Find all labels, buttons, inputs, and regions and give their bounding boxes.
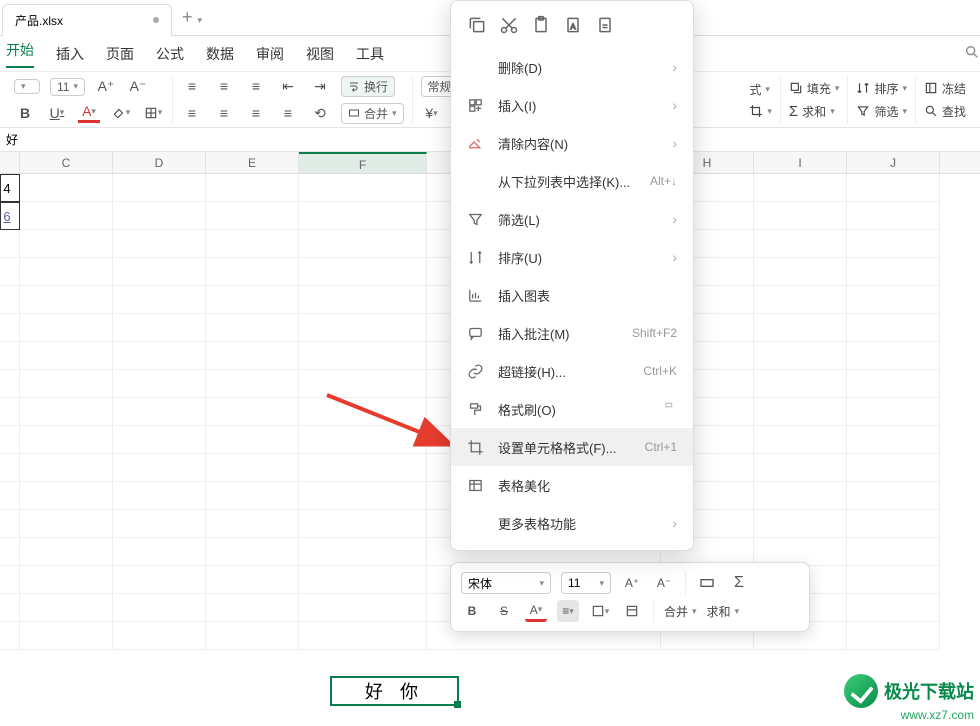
- col-header-blank[interactable]: [0, 152, 20, 173]
- cut-icon[interactable]: [499, 15, 519, 38]
- new-tab-button[interactable]: + ▾: [182, 7, 202, 28]
- style-group: 式▾ ▾: [741, 76, 781, 124]
- crop-button[interactable]: ▾: [749, 104, 772, 118]
- ctx-dropdown-select[interactable]: 从下拉列表中选择(K)...Alt+↓: [451, 162, 693, 200]
- ctx-comment[interactable]: 插入批注(M)Shift+F2: [451, 314, 693, 352]
- cell-a1[interactable]: 4: [0, 174, 20, 202]
- fill-button[interactable]: 填充▾: [789, 80, 840, 97]
- tab-filename: 产品.xlsx: [15, 12, 63, 29]
- ctx-insert[interactable]: 插入(I)›: [451, 86, 693, 124]
- selected-cell[interactable]: 好 你: [330, 676, 459, 706]
- find-button[interactable]: 查找: [924, 103, 966, 120]
- increase-font-icon[interactable]: A⁺: [95, 77, 117, 97]
- annotation-arrow: [322, 390, 462, 470]
- cell-a2[interactable]: 6: [0, 202, 20, 230]
- align-bottom-icon[interactable]: ≡: [245, 76, 267, 96]
- col-header-i[interactable]: I: [754, 152, 847, 173]
- paste-text-icon[interactable]: A: [563, 15, 583, 38]
- file-tab[interactable]: 产品.xlsx: [2, 4, 172, 36]
- halign-left-icon[interactable]: ≡: [181, 103, 203, 123]
- filter-button[interactable]: 筛选▾: [856, 103, 907, 120]
- ctx-cell-format[interactable]: 设置单元格格式(F)...Ctrl+1: [451, 428, 693, 466]
- context-menu: A 删除(D)› 插入(I)› 清除内容(N)› 从下拉列表中选择(K)...A…: [450, 0, 694, 551]
- mini-increase-font-icon[interactable]: A⁺: [621, 572, 643, 594]
- watermark: 极光下载站 www.xz7.com: [844, 674, 974, 722]
- fontsize-combo[interactable]: 11 ▾: [50, 78, 85, 96]
- mini-sum-button[interactable]: 求和▾: [707, 603, 740, 620]
- font-color-icon[interactable]: A▾: [78, 103, 100, 123]
- fontname-combo[interactable]: ▾: [14, 79, 40, 94]
- col-header-d[interactable]: D: [113, 152, 206, 173]
- col-header-c[interactable]: C: [20, 152, 113, 173]
- tab-modified-dot: [153, 17, 159, 23]
- sort-button[interactable]: 排序▾: [856, 80, 907, 97]
- mini-format-icon[interactable]: [621, 600, 643, 622]
- menu-view[interactable]: 视图: [306, 44, 334, 64]
- menu-tools[interactable]: 工具: [356, 44, 384, 64]
- col-header-f[interactable]: F: [299, 152, 427, 173]
- style-button[interactable]: 式▾: [749, 81, 772, 98]
- currency-icon[interactable]: ¥▾: [421, 103, 443, 123]
- align-top-icon[interactable]: ≡: [181, 76, 203, 96]
- align-group: ≡ ≡ ≡ ⇤ ⇥ 换行 ≡ ≡ ≡ ≡ ⟲ 合并▾: [173, 76, 413, 124]
- ctx-more[interactable]: 更多表格功能›: [451, 504, 693, 542]
- col-header-e[interactable]: E: [206, 152, 299, 173]
- underline-icon[interactable]: U▾: [46, 103, 68, 123]
- decrease-font-icon[interactable]: A⁻: [127, 77, 149, 97]
- paste-icon[interactable]: [531, 15, 551, 38]
- align-middle-icon[interactable]: ≡: [213, 76, 235, 96]
- bold-icon[interactable]: B: [14, 103, 36, 123]
- menu-data[interactable]: 数据: [206, 44, 234, 64]
- halign-right-icon[interactable]: ≡: [245, 103, 267, 123]
- paste-special-icon[interactable]: [595, 15, 615, 38]
- sum-button[interactable]: Σ求和▾: [789, 103, 840, 120]
- freeze-button[interactable]: 冻结: [924, 80, 966, 97]
- indent-dec-icon[interactable]: ⇤: [277, 76, 299, 96]
- mini-bold-icon[interactable]: B: [461, 600, 483, 622]
- ctx-beautify[interactable]: 表格美化: [451, 466, 693, 504]
- ctx-sort[interactable]: 排序(U)›: [451, 238, 693, 276]
- fill-handle[interactable]: [454, 701, 461, 708]
- halign-justify-icon[interactable]: ≡: [277, 103, 299, 123]
- fill-color-icon[interactable]: ▾: [110, 103, 132, 123]
- ctx-chart[interactable]: 插入图表: [451, 276, 693, 314]
- halign-center-icon[interactable]: ≡: [213, 103, 235, 123]
- mini-font-color-icon[interactable]: A▾: [525, 600, 547, 622]
- col-header-j[interactable]: J: [847, 152, 940, 173]
- copy-icon[interactable]: [467, 15, 487, 38]
- mini-strike-icon[interactable]: S: [493, 600, 515, 622]
- mini-font-combo[interactable]: 宋体▾: [461, 572, 551, 594]
- menu-page[interactable]: 页面: [106, 44, 134, 64]
- ctx-filter[interactable]: 筛选(L)›: [451, 200, 693, 238]
- merge-button[interactable]: 合并▾: [341, 103, 404, 124]
- border-icon[interactable]: ▾: [142, 103, 164, 123]
- menu-start[interactable]: 开始: [6, 40, 34, 68]
- mini-toolbar: 宋体▾ 11▾ A⁺ A⁻ Σ B S A▾ ≡▾ ▾ 合并▾ 求和▾: [450, 562, 810, 632]
- ctx-delete[interactable]: 删除(D)›: [451, 48, 693, 86]
- menu-formula[interactable]: 公式: [156, 44, 184, 64]
- ctx-format-painter[interactable]: 格式刷(O): [451, 390, 693, 428]
- menu-insert[interactable]: 插入: [56, 44, 84, 64]
- edit-group: 填充▾ Σ求和▾: [781, 76, 849, 124]
- orientation-icon[interactable]: ⟲: [309, 103, 331, 123]
- watermark-logo-icon: [844, 674, 878, 708]
- mini-merge-icon[interactable]: [696, 572, 718, 594]
- mini-decrease-font-icon[interactable]: A⁻: [653, 572, 675, 594]
- mini-align-icon[interactable]: ≡▾: [557, 600, 579, 622]
- wrap-button[interactable]: 换行: [341, 76, 395, 97]
- mini-border-icon[interactable]: ▾: [589, 600, 611, 622]
- menu-review[interactable]: 审阅: [256, 44, 284, 64]
- search-icon[interactable]: [964, 44, 980, 63]
- mini-size-combo[interactable]: 11▾: [561, 572, 611, 594]
- ctx-hyperlink[interactable]: 超链接(H)...Ctrl+K: [451, 352, 693, 390]
- font-group: ▾ 11 ▾ A⁺ A⁻ B U▾ A▾ ▾ ▾: [6, 76, 173, 124]
- mini-merge-button[interactable]: 合并▾: [664, 603, 697, 620]
- find-group: 冻结 查找: [916, 76, 974, 124]
- sort-group: 排序▾ 筛选▾: [848, 76, 916, 124]
- svg-text:A: A: [571, 22, 576, 31]
- mini-sum-icon[interactable]: Σ: [728, 572, 750, 594]
- formula-bar-value[interactable]: 好: [6, 131, 18, 148]
- indent-inc-icon[interactable]: ⇥: [309, 76, 331, 96]
- ctx-clear[interactable]: 清除内容(N)›: [451, 124, 693, 162]
